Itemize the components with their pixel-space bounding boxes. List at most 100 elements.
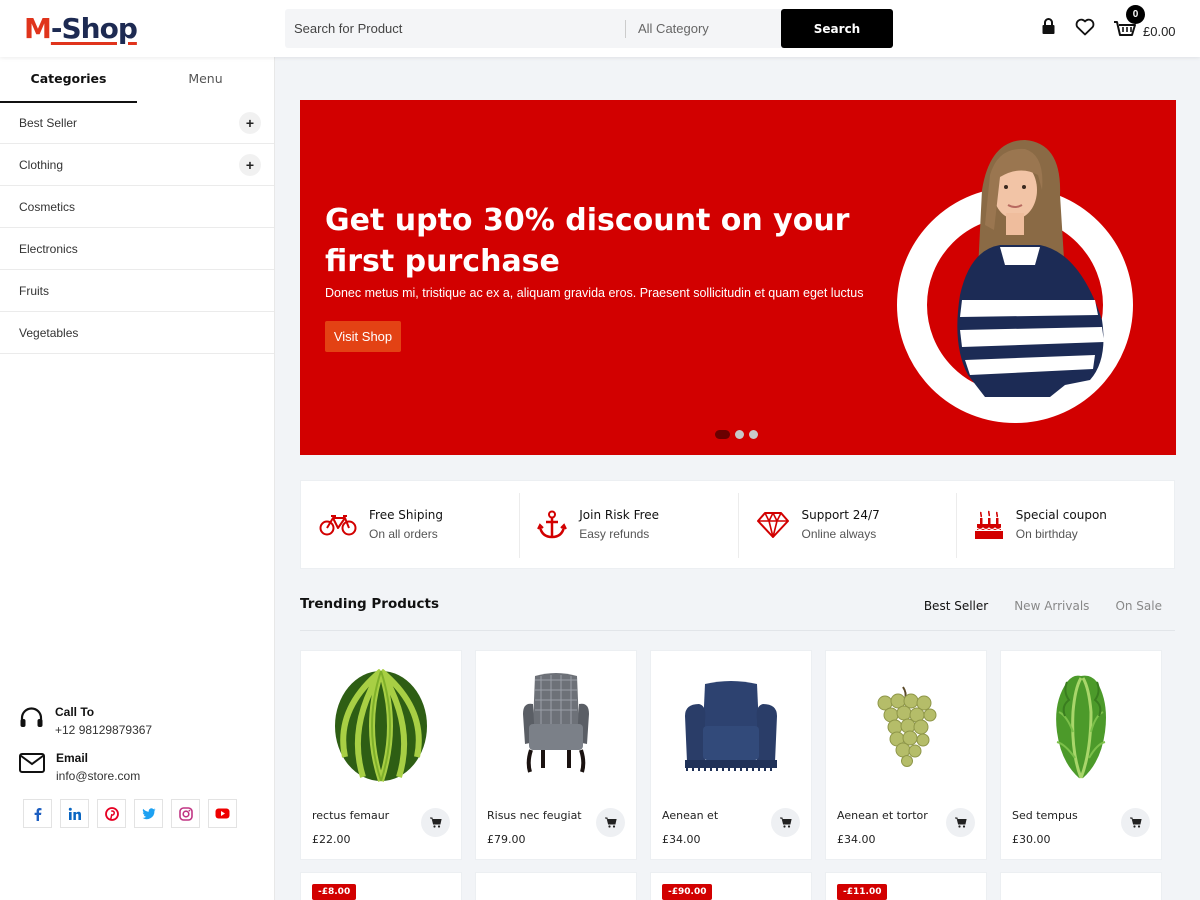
product-card[interactable]: Sed tempus £30.00 — [1000, 650, 1162, 860]
pinterest-icon[interactable] — [97, 799, 126, 828]
feature-title: Join Risk Free — [579, 508, 660, 522]
contact-email: Email info@store.com — [19, 751, 269, 783]
sidebar-item-label: Vegetables — [19, 325, 79, 340]
feature-risk-free: Join Risk Free Easy refunds — [519, 481, 737, 568]
carousel-dot[interactable] — [749, 430, 758, 439]
instagram-icon[interactable] — [171, 799, 200, 828]
carousel-dot[interactable] — [715, 430, 730, 439]
site-logo[interactable]: M-Shop — [24, 12, 138, 45]
expand-plus-icon[interactable]: + — [239, 153, 261, 176]
product-name[interactable]: Sed tempus — [1012, 809, 1078, 822]
feature-subtitle: Easy refunds — [579, 527, 650, 541]
email-address[interactable]: info@store.com — [56, 769, 140, 783]
hero-banner: Get upto 30% discount on your first purc… — [300, 100, 1176, 455]
product-name[interactable]: rectus femaur — [312, 809, 389, 822]
product-image-armchair[interactable] — [476, 651, 636, 801]
facebook-icon[interactable] — [23, 799, 52, 828]
contact-call: Call To +12 98129879367 — [19, 705, 269, 737]
twitter-icon[interactable] — [134, 799, 163, 828]
bicycle-icon — [319, 514, 357, 535]
feature-subtitle: Online always — [801, 527, 877, 541]
sidebar: Categories Menu Best Seller + Clothing +… — [0, 57, 275, 900]
add-to-cart-button[interactable] — [946, 808, 975, 837]
sidebar-item-label: Fruits — [19, 283, 49, 298]
call-title: Call To — [55, 705, 95, 719]
hero-subtitle: Donec metus mi, tristique ac ex a, aliqu… — [325, 286, 864, 300]
product-card[interactable] — [1000, 872, 1162, 900]
feature-free-shipping: Free Shiping On all orders — [301, 481, 519, 568]
product-card[interactable]: -£8.00 — [300, 872, 462, 900]
sidebar-item-clothing[interactable]: Clothing + — [0, 144, 274, 186]
sidebar-item-vegetables[interactable]: Vegetables — [0, 312, 274, 354]
contact-info: Call To +12 98129879367 Email info@store… — [19, 705, 269, 828]
product-price: £30.00 — [1012, 833, 1051, 846]
sidebar-item-cosmetics[interactable]: Cosmetics — [0, 186, 274, 228]
add-to-cart-button[interactable] — [421, 808, 450, 837]
carousel-dots — [715, 430, 758, 439]
product-price: £34.00 — [837, 833, 876, 846]
add-to-cart-button[interactable] — [771, 808, 800, 837]
sidebar-item-fruits[interactable]: Fruits — [0, 270, 274, 312]
product-name[interactable]: Aenean et tortor — [837, 809, 928, 822]
product-name[interactable]: Risus nec feugiat — [487, 809, 582, 822]
product-card[interactable]: Aenean et tortor £34.00 — [825, 650, 987, 860]
logo-m: M — [24, 12, 52, 45]
product-image-blue-armchair[interactable] — [651, 651, 811, 801]
lock-icon[interactable] — [1041, 18, 1056, 40]
social-links — [23, 799, 269, 828]
tab-new-arrivals[interactable]: New Arrivals — [1014, 599, 1089, 613]
product-price: £34.00 — [662, 833, 701, 846]
hero-model-image — [897, 140, 1133, 423]
diamond-icon — [756, 511, 789, 538]
cart-total[interactable]: £0.00 — [1143, 24, 1176, 39]
product-image-watermelon[interactable] — [301, 651, 461, 801]
sidebar-item-electronics[interactable]: Electronics — [0, 228, 274, 270]
heart-icon[interactable] — [1075, 18, 1095, 41]
cake-icon — [974, 510, 1003, 539]
envelope-icon — [19, 753, 45, 773]
linkedin-icon[interactable] — [60, 799, 89, 828]
feature-subtitle: On birthday — [1015, 527, 1078, 541]
trending-tabs: Best Seller New Arrivals On Sale — [924, 599, 1162, 613]
add-to-cart-button[interactable] — [596, 808, 625, 837]
search-bar: All Category Search — [285, 9, 893, 48]
search-button[interactable]: Search — [781, 9, 893, 48]
sidebar-item-best-seller[interactable]: Best Seller + — [0, 102, 274, 144]
add-to-cart-button[interactable] — [1121, 808, 1150, 837]
product-image-lettuce[interactable] — [1001, 651, 1161, 801]
product-card[interactable] — [475, 872, 637, 900]
tab-on-sale[interactable]: On Sale — [1115, 599, 1162, 613]
sidebar-item-label: Clothing — [19, 157, 64, 172]
product-card[interactable]: Risus nec feugiat £79.00 — [475, 650, 637, 860]
product-price: £22.00 — [312, 833, 351, 846]
product-card[interactable]: rectus femaur £22.00 — [300, 650, 462, 860]
product-card[interactable]: Aenean et £34.00 — [650, 650, 812, 860]
sidebar-item-label: Cosmetics — [19, 199, 76, 214]
category-select[interactable]: All Category — [626, 21, 778, 36]
sale-badge: -£90.00 — [662, 884, 713, 900]
carousel-dot[interactable] — [735, 430, 744, 439]
cart-count-badge: 0 — [1126, 5, 1145, 24]
product-image-grapes[interactable] — [826, 651, 986, 801]
expand-plus-icon[interactable]: + — [239, 111, 261, 134]
tab-best-seller[interactable]: Best Seller — [924, 599, 988, 613]
visit-shop-button[interactable]: Visit Shop — [325, 321, 401, 352]
product-grid: rectus femaur £22.00 Risus nec feugiat £… — [300, 650, 1162, 900]
logo-text: -Shop — [50, 12, 138, 45]
search-input[interactable] — [285, 9, 625, 48]
product-card[interactable]: -£11.00 — [825, 872, 987, 900]
youtube-icon[interactable] — [208, 799, 237, 828]
section-divider — [300, 630, 1175, 631]
anchor-icon — [537, 510, 568, 538]
call-number[interactable]: +12 98129879367 — [55, 723, 152, 737]
section-title: Trending Products — [300, 596, 440, 612]
tab-categories[interactable]: Categories — [0, 57, 137, 103]
tab-menu[interactable]: Menu — [137, 57, 274, 103]
feature-title: Special coupon — [1015, 508, 1107, 522]
product-card[interactable]: -£90.00 — [650, 872, 812, 900]
cart-icon — [429, 817, 442, 828]
cart-icon — [604, 817, 617, 828]
product-name[interactable]: Aenean et — [662, 809, 718, 822]
hero-title: Get upto 30% discount on your first purc… — [325, 203, 850, 279]
feature-support: Support 24/7 Online always — [737, 481, 956, 568]
